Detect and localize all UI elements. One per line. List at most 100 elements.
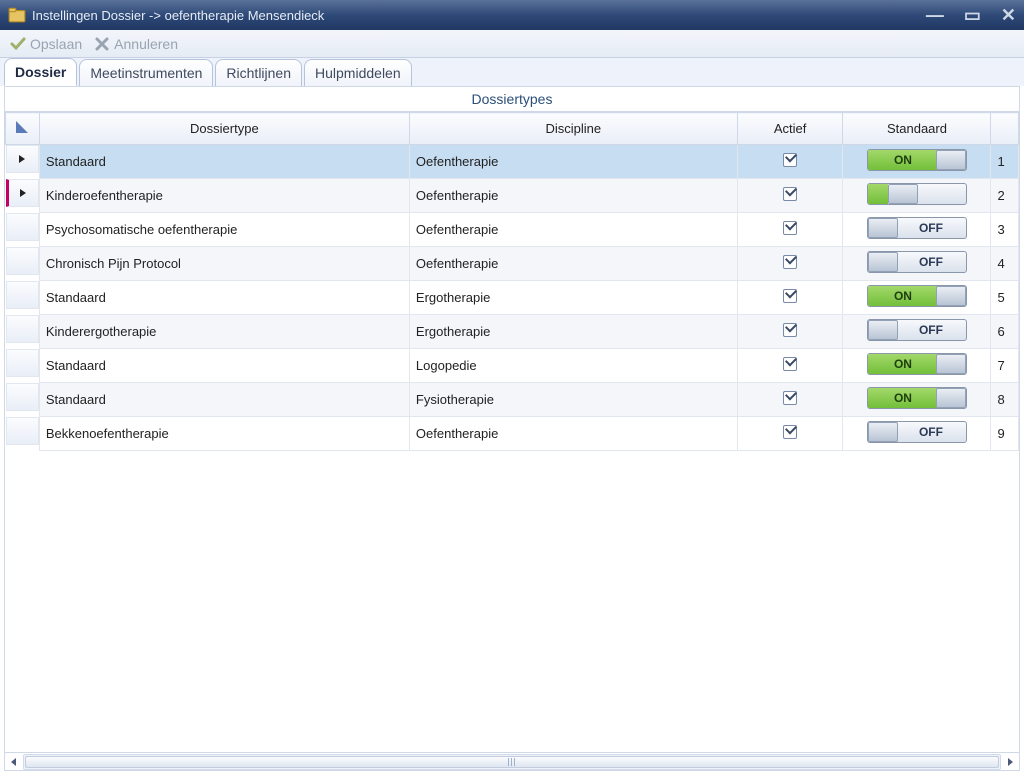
scroll-track[interactable] (23, 754, 1001, 770)
cell-actief[interactable] (737, 213, 843, 247)
maximize-button[interactable]: ▭ (964, 8, 981, 22)
actief-checkbox[interactable] (783, 323, 797, 337)
table-row[interactable]: StandaardLogopedieONOFF7 (6, 349, 1019, 383)
cell-standaard[interactable]: ONOFF (843, 213, 991, 247)
row-indicator[interactable] (6, 417, 39, 445)
standaard-toggle[interactable]: ONOFF (867, 319, 967, 341)
table-row[interactable]: Psychosomatische oefentherapieOefenthera… (6, 213, 1019, 247)
cancel-label: Annuleren (114, 36, 178, 52)
cell-dossiertype[interactable]: Standaard (39, 349, 409, 383)
col-header-dossiertype[interactable]: Dossiertype (39, 113, 409, 145)
actief-checkbox[interactable] (783, 255, 797, 269)
cell-dossiertype[interactable]: Standaard (39, 383, 409, 417)
cell-actief[interactable] (737, 179, 843, 213)
titlebar[interactable]: Instellingen Dossier -> oefentherapie Me… (0, 0, 1024, 30)
save-label: Opslaan (30, 36, 82, 52)
row-indicator[interactable] (6, 179, 39, 207)
cell-dossiertype[interactable]: Standaard (39, 281, 409, 315)
standaard-toggle[interactable]: ONOFF (867, 217, 967, 239)
cell-standaard[interactable]: NOF (843, 179, 991, 213)
row-indicator[interactable] (6, 247, 39, 275)
table-row[interactable]: KinderoefentherapieOefentherapieNOF2 (6, 179, 1019, 213)
cell-actief[interactable] (737, 383, 843, 417)
cell-index: 9 (991, 417, 1019, 451)
cell-dossiertype[interactable]: Kinderergotherapie (39, 315, 409, 349)
cell-discipline[interactable]: Oefentherapie (409, 213, 737, 247)
cell-standaard[interactable]: ONOFF (843, 315, 991, 349)
actief-checkbox[interactable] (783, 289, 797, 303)
tab-dossier[interactable]: Dossier (4, 58, 77, 86)
table-row[interactable]: BekkenoefentherapieOefentherapie ONOFF 9 (6, 417, 1019, 451)
table-row[interactable]: StandaardOefentherapieONOFF1 (6, 145, 1019, 179)
cell-standaard[interactable]: ONOFF (843, 247, 991, 281)
scroll-right-button[interactable] (1001, 754, 1019, 770)
minimize-button[interactable]: — (926, 8, 944, 22)
save-button[interactable]: Opslaan (6, 34, 86, 54)
cell-discipline[interactable]: Fysiotherapie (409, 383, 737, 417)
row-indicator-icon (18, 154, 26, 164)
close-button[interactable]: ✕ (1001, 8, 1016, 22)
cell-index: 5 (991, 281, 1019, 315)
cell-discipline[interactable]: Logopedie (409, 349, 737, 383)
standaard-toggle[interactable]: NOF (867, 183, 967, 205)
actief-checkbox[interactable] (783, 187, 797, 201)
cell-actief[interactable] (737, 349, 843, 383)
cell-standaard[interactable]: ONOFF (843, 145, 991, 179)
cell-actief[interactable] (737, 417, 843, 451)
cell-dossiertype[interactable]: Bekkenoefentherapie (39, 417, 409, 451)
cell-actief[interactable] (737, 247, 843, 281)
cell-discipline[interactable]: Oefentherapie (409, 247, 737, 281)
actief-checkbox[interactable] (783, 153, 797, 167)
cell-standaard[interactable]: ONOFF (843, 417, 991, 451)
cell-discipline[interactable]: Oefentherapie (409, 417, 737, 451)
horizontal-scrollbar[interactable] (5, 752, 1019, 770)
row-indicator[interactable] (6, 349, 39, 377)
row-indicator[interactable] (6, 145, 39, 173)
table-row[interactable]: StandaardFysiotherapieONOFF8 (6, 383, 1019, 417)
cell-dossiertype[interactable]: Standaard (39, 145, 409, 179)
cell-actief[interactable] (737, 145, 843, 179)
cell-dossiertype[interactable]: Kinderoefentherapie (39, 179, 409, 213)
standaard-toggle[interactable]: ONOFF (867, 353, 967, 375)
row-indicator[interactable] (6, 383, 39, 411)
table-row[interactable]: KinderergotherapieErgotherapieONOFF6 (6, 315, 1019, 349)
tab-richtlijnen[interactable]: Richtlijnen (215, 59, 302, 86)
table-row[interactable]: StandaardErgotherapie ONOFF 5 (6, 281, 1019, 315)
tab-hulpmiddelen[interactable]: Hulpmiddelen (304, 59, 412, 86)
standaard-toggle[interactable]: ONOFF (867, 421, 967, 443)
cell-standaard[interactable]: ONOFF (843, 383, 991, 417)
row-indicator[interactable] (6, 213, 39, 241)
cell-standaard[interactable]: ONOFF (843, 281, 991, 315)
col-header-actief[interactable]: Actief (737, 113, 843, 145)
actief-checkbox[interactable] (783, 221, 797, 235)
scroll-thumb[interactable] (25, 756, 999, 768)
actief-checkbox[interactable] (783, 425, 797, 439)
standaard-toggle[interactable]: ONOFF (867, 285, 967, 307)
cell-index: 3 (991, 213, 1019, 247)
cell-actief[interactable] (737, 315, 843, 349)
cell-discipline[interactable]: Ergotherapie (409, 281, 737, 315)
col-header-standaard[interactable]: Standaard (843, 113, 991, 145)
cancel-button[interactable]: Annuleren (90, 34, 182, 54)
cell-discipline[interactable]: Oefentherapie (409, 145, 737, 179)
cell-actief[interactable] (737, 281, 843, 315)
row-selector-header[interactable] (6, 113, 40, 145)
cell-standaard[interactable]: ONOFF (843, 349, 991, 383)
table-row[interactable]: Chronisch Pijn ProtocolOefentherapie ONOF… (6, 247, 1019, 281)
standaard-toggle[interactable]: ONOFF (867, 149, 967, 171)
dossiertypes-grid[interactable]: Dossiertype Discipline Actief Standaard … (5, 112, 1019, 451)
col-header-discipline[interactable]: Discipline (409, 113, 737, 145)
row-indicator[interactable] (6, 281, 39, 309)
actief-checkbox[interactable] (783, 357, 797, 371)
actief-checkbox[interactable] (783, 391, 797, 405)
standaard-toggle[interactable]: ONOFF (867, 387, 967, 409)
check-icon (10, 36, 26, 52)
cell-discipline[interactable]: Oefentherapie (409, 179, 737, 213)
scroll-left-button[interactable] (5, 754, 23, 770)
standaard-toggle[interactable]: ONOFF (867, 251, 967, 273)
cell-dossiertype[interactable]: Psychosomatische oefentherapie (39, 213, 409, 247)
cell-dossiertype[interactable]: Chronisch Pijn Protocol (39, 247, 409, 281)
cell-discipline[interactable]: Ergotherapie (409, 315, 737, 349)
row-indicator[interactable] (6, 315, 39, 343)
tab-meetinstrumenten[interactable]: Meetinstrumenten (79, 59, 213, 86)
